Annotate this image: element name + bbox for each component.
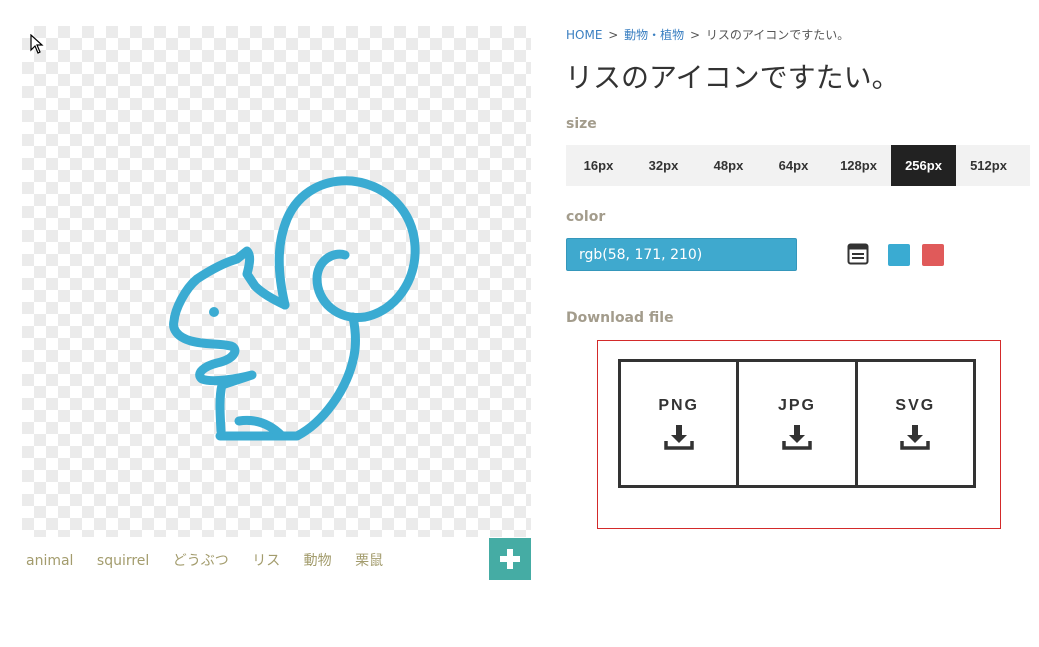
- squirrel-icon: [169, 176, 420, 441]
- size-option-256[interactable]: 256px: [891, 145, 956, 186]
- breadcrumb-separator: >: [608, 28, 619, 42]
- download-jpg-button[interactable]: JPG: [736, 362, 854, 485]
- add-button[interactable]: [489, 538, 531, 580]
- color-swatch-blue[interactable]: [888, 244, 910, 266]
- breadcrumb-home[interactable]: HOME: [566, 28, 602, 42]
- tag-list: animal squirrel どうぶつ リス 動物 栗鼠: [26, 550, 402, 570]
- save-color-icon[interactable]: [847, 243, 869, 265]
- color-swatch-red[interactable]: [922, 244, 944, 266]
- color-label: color: [566, 209, 606, 225]
- breadcrumb-category[interactable]: 動物・植物: [624, 28, 684, 42]
- tag-item[interactable]: 栗鼠: [355, 553, 383, 569]
- download-icon: [663, 424, 694, 450]
- tag-item[interactable]: squirrel: [97, 553, 149, 569]
- download-buttons: PNG JPG SVG: [618, 359, 976, 488]
- download-label: Download file: [566, 310, 674, 326]
- breadcrumb: HOME > 動物・植物 > リスのアイコンですたい。: [566, 26, 849, 43]
- page-title: リスのアイコンですたい。: [565, 61, 900, 94]
- download-format-label: SVG: [895, 396, 936, 414]
- icon-preview: [22, 26, 531, 537]
- download-svg-button[interactable]: SVG: [854, 362, 973, 485]
- tag-item[interactable]: 動物: [304, 553, 332, 569]
- size-option-16[interactable]: 16px: [566, 145, 631, 186]
- size-option-64[interactable]: 64px: [761, 145, 826, 186]
- size-option-48[interactable]: 48px: [696, 145, 761, 186]
- breadcrumb-separator: >: [689, 28, 701, 42]
- tag-item[interactable]: どうぶつ: [173, 553, 229, 569]
- tag-item[interactable]: animal: [26, 553, 73, 569]
- download-icon: [782, 424, 812, 450]
- color-input[interactable]: rgb(58, 171, 210): [566, 238, 797, 271]
- size-label: size: [566, 116, 597, 132]
- download-format-label: PNG: [658, 396, 699, 414]
- size-option-32[interactable]: 32px: [631, 145, 696, 186]
- plus-icon: [500, 549, 520, 569]
- download-format-label: JPG: [777, 396, 816, 414]
- download-icon: [900, 424, 931, 450]
- size-option-512[interactable]: 512px: [956, 145, 1021, 186]
- tag-item[interactable]: リス: [252, 553, 280, 569]
- mouse-cursor-icon: [30, 34, 44, 54]
- size-option-128[interactable]: 128px: [826, 145, 891, 186]
- download-png-button[interactable]: PNG: [621, 362, 736, 485]
- breadcrumb-current: リスのアイコンですたい。: [705, 28, 850, 42]
- size-selector: 16px 32px 48px 64px 128px 256px 512px: [566, 145, 1030, 186]
